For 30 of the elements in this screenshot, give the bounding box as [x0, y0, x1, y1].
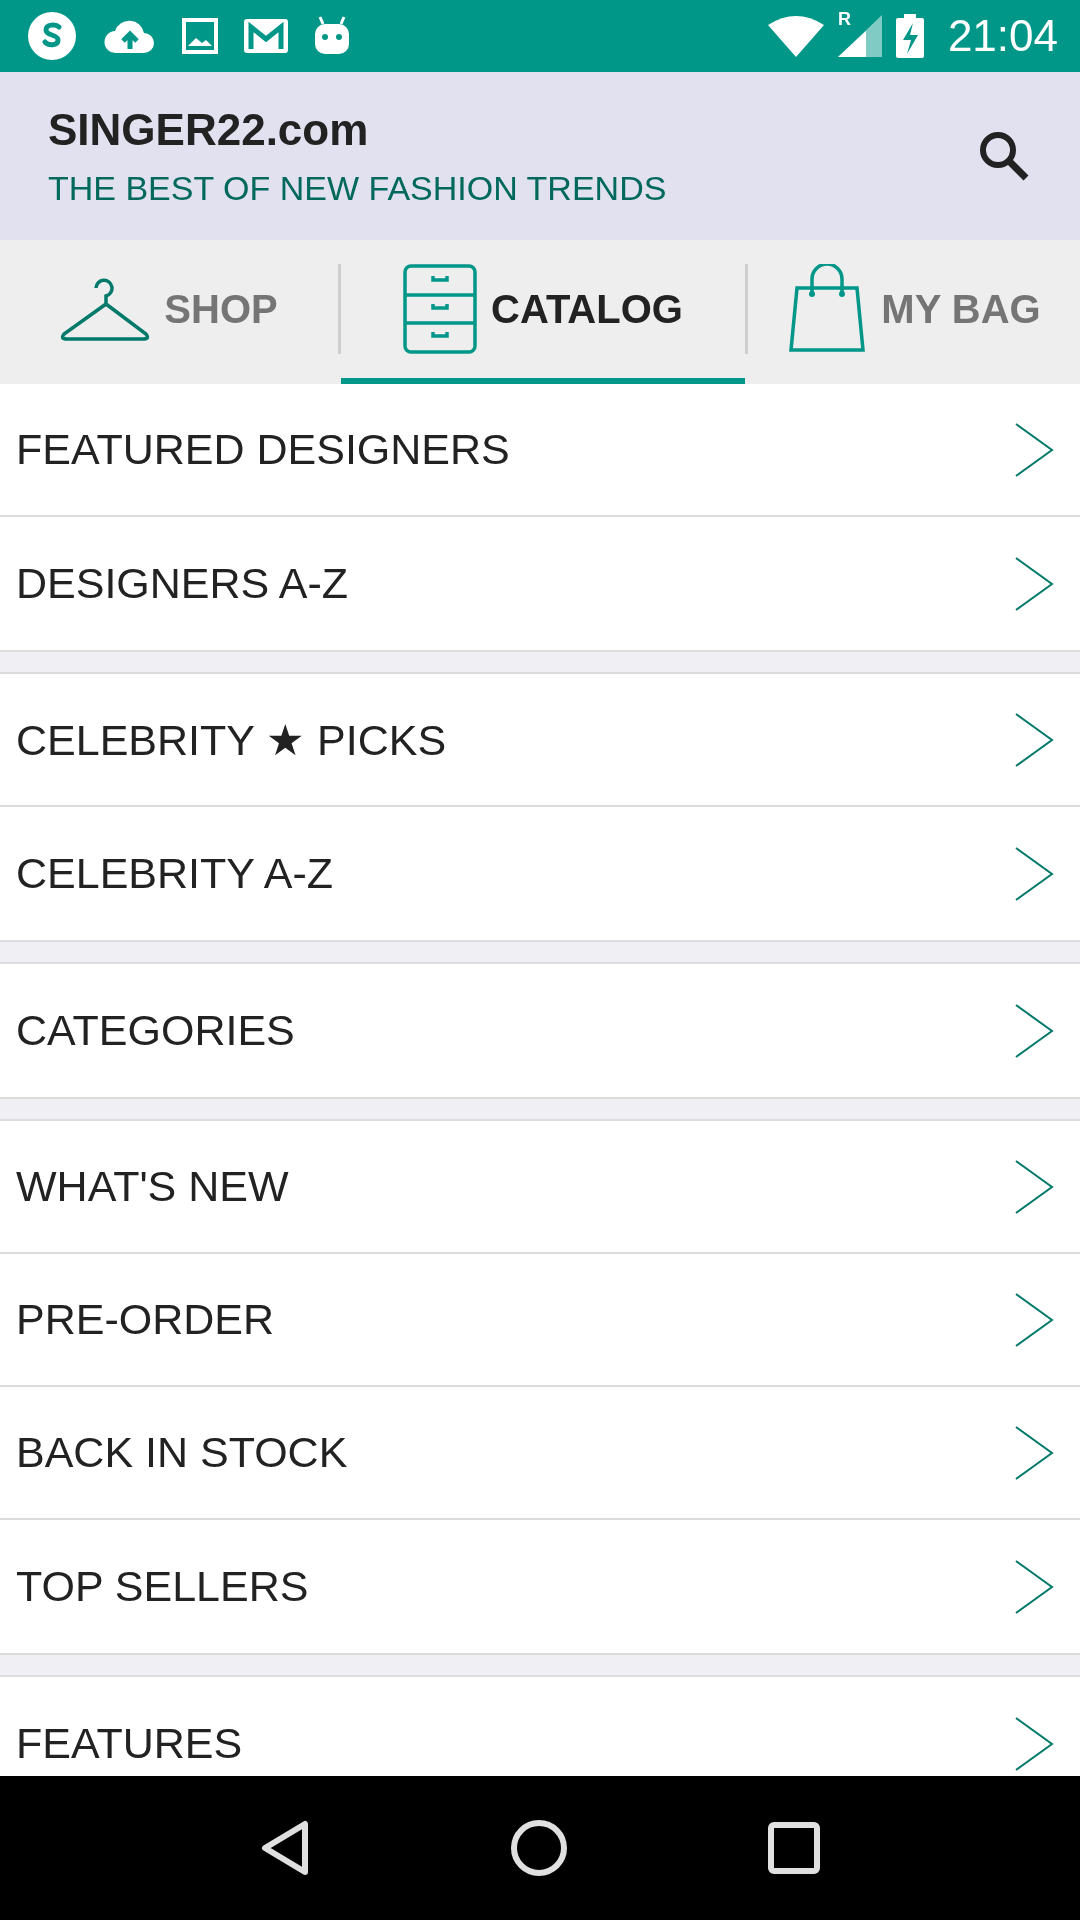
chevron-right-icon — [1014, 1558, 1054, 1615]
robot-icon — [314, 16, 350, 56]
tab[interactable]: SHOP — [0, 240, 338, 384]
app-tagline: THE BEST OF NEW FASHION TRENDS — [48, 168, 668, 208]
chevron-right-icon — [1014, 555, 1054, 612]
recents-button[interactable] — [768, 1822, 820, 1874]
chevron-right-icon — [1014, 711, 1054, 768]
home-button[interactable] — [510, 1819, 568, 1877]
chevron-right-icon — [1014, 1158, 1054, 1215]
chat-app-icon — [26, 10, 78, 62]
roaming-label: R — [837, 9, 851, 30]
chevron-right-icon — [1014, 421, 1054, 478]
tab[interactable]: MY BAG — [748, 240, 1080, 384]
battery-icon — [895, 14, 924, 58]
back-button[interactable] — [260, 1820, 310, 1876]
home-icon — [510, 1819, 568, 1877]
image-icon — [182, 18, 218, 54]
wifi-icon — [767, 15, 824, 57]
drawers-icon — [403, 264, 478, 354]
recents-icon — [768, 1822, 820, 1874]
chevron-right-icon — [1014, 1002, 1054, 1059]
chevron-right-icon — [1014, 1424, 1054, 1481]
mail-icon — [244, 19, 288, 53]
chevron-right-icon — [1014, 1715, 1054, 1772]
back-icon — [260, 1820, 310, 1876]
clock-time: 21:04 — [947, 11, 1058, 61]
chevron-right-icon — [1014, 845, 1054, 902]
chevron-right-icon — [1014, 1291, 1054, 1348]
app-title: SINGER22.com — [48, 104, 370, 155]
shopping-bag-icon — [787, 264, 868, 354]
